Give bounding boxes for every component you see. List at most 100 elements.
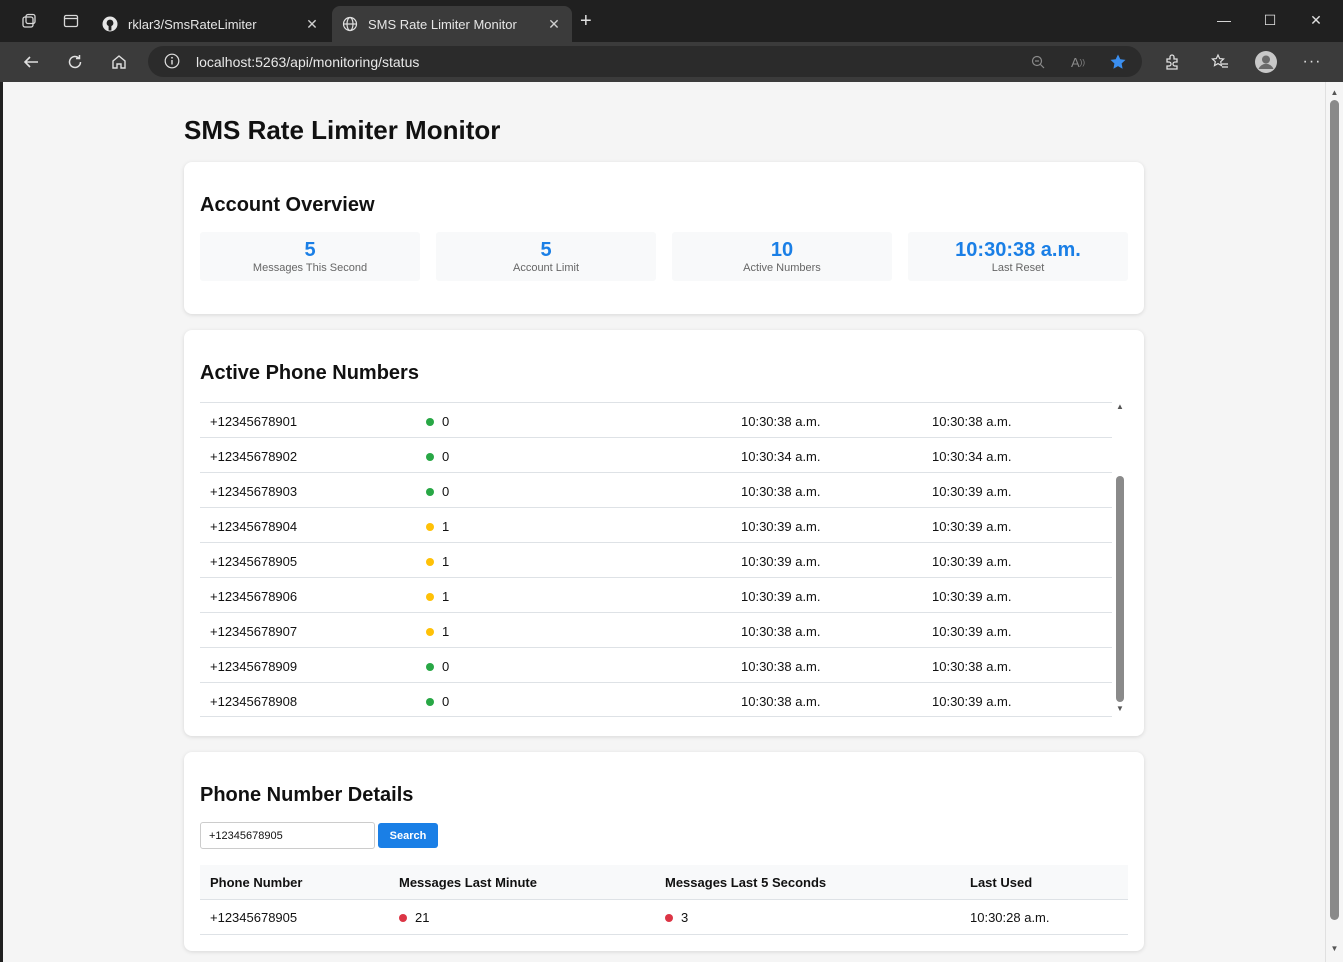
favorite-star-icon[interactable] bbox=[1108, 52, 1128, 72]
value-text: 3 bbox=[681, 910, 689, 925]
cell-last-used: 10:30:39 a.m. bbox=[932, 589, 1012, 604]
cell-phone-number: +12345678901 bbox=[210, 414, 298, 429]
scrollbar-thumb[interactable] bbox=[1116, 476, 1124, 702]
cell-last-used: 10:30:39 a.m. bbox=[932, 484, 1012, 499]
cell-window-start: 10:30:38 a.m. bbox=[741, 694, 821, 709]
cell-window-start: 10:30:38 a.m. bbox=[741, 624, 821, 639]
header-messages-last-5-seconds: Messages Last 5 Seconds bbox=[665, 875, 827, 890]
back-icon[interactable] bbox=[19, 50, 43, 74]
status-dot bbox=[665, 914, 673, 922]
section-title: Phone Number Details bbox=[200, 784, 414, 806]
table-row: +12345678904 1 10:30:39 a.m. 10:30:39 a.m. bbox=[200, 507, 1112, 542]
status-dot bbox=[426, 488, 434, 496]
value-text: 21 bbox=[415, 910, 430, 925]
profile-avatar-icon[interactable] bbox=[1254, 50, 1278, 74]
cell-window-start: 10:30:39 a.m. bbox=[741, 589, 821, 604]
table-row: +12345678906 1 10:30:39 a.m. 10:30:39 a.m. bbox=[200, 577, 1112, 612]
more-options-icon[interactable]: ··· bbox=[1300, 50, 1324, 74]
stat-last-reset: 10:30:38 a.m. Last Reset bbox=[908, 232, 1128, 281]
table-row: +12345678905 1 10:30:39 a.m. 10:30:39 a.m. bbox=[200, 542, 1112, 577]
window-close-icon[interactable]: ✕ bbox=[1306, 12, 1326, 29]
table-scrollbar[interactable]: ▲ ▼ bbox=[1112, 402, 1128, 718]
minimize-icon[interactable]: — bbox=[1214, 12, 1234, 28]
status-dot bbox=[426, 523, 434, 531]
cell-phone-number: +12345678905 bbox=[210, 910, 298, 925]
cell-count: 1 bbox=[426, 589, 449, 604]
url-text: localhost:5263/api/monitoring/status bbox=[196, 54, 420, 70]
page-scrollbar[interactable]: ▲ ▼ bbox=[1325, 82, 1343, 962]
table-row: +12345678908 0 10:30:38 a.m. 10:30:39 a.m. bbox=[200, 682, 1112, 717]
cell-count: 0 bbox=[426, 449, 449, 464]
count-value: 0 bbox=[442, 484, 450, 499]
cell-count: 0 bbox=[426, 659, 449, 674]
favorites-icon[interactable] bbox=[1208, 50, 1232, 74]
stat-value: 10:30:38 a.m. bbox=[955, 239, 1081, 261]
cell-count: 1 bbox=[426, 519, 449, 534]
scroll-up-icon[interactable]: ▲ bbox=[1330, 88, 1339, 97]
stat-label: Last Reset bbox=[991, 262, 1045, 274]
cell-count: 1 bbox=[426, 624, 449, 639]
cell-last-used: 10:30:39 a.m. bbox=[932, 694, 1012, 709]
page-title: SMS Rate Limiter Monitor bbox=[184, 115, 501, 145]
workspaces-icon[interactable] bbox=[20, 12, 38, 30]
tab-github[interactable]: rklar3/SmsRateLimiter ✕ bbox=[92, 6, 330, 42]
stat-label: Account Limit bbox=[512, 262, 580, 274]
globe-icon bbox=[342, 16, 358, 32]
cell-window-start: 10:30:39 a.m. bbox=[741, 554, 821, 569]
cell-last-used: 10:30:38 a.m. bbox=[932, 414, 1012, 429]
stat-label: Active Numbers bbox=[743, 262, 821, 274]
details-card: Phone Number Details Search Phone Number… bbox=[184, 752, 1144, 951]
scroll-up-icon[interactable]: ▲ bbox=[1116, 402, 1124, 411]
count-value: 1 bbox=[442, 519, 450, 534]
account-overview-card: Account Overview 5 Messages This Second … bbox=[184, 162, 1144, 314]
count-value: 0 bbox=[442, 449, 450, 464]
active-numbers-card: Active Phone Numbers +12345678901 0 10:30:… bbox=[184, 330, 1144, 736]
cell-last-used: 10:30:34 a.m. bbox=[932, 449, 1012, 464]
cell-window-start: 10:30:38 a.m. bbox=[741, 414, 821, 429]
section-title: Account Overview bbox=[200, 194, 375, 216]
scroll-down-icon[interactable]: ▼ bbox=[1330, 944, 1339, 953]
cell-phone-number: +12345678903 bbox=[210, 484, 298, 499]
status-dot bbox=[426, 628, 434, 636]
home-icon[interactable] bbox=[107, 50, 131, 74]
stat-value: 5 bbox=[304, 239, 316, 261]
cell-phone-number: +12345678908 bbox=[210, 694, 298, 709]
table-row: +12345678909 0 10:30:38 a.m. 10:30:38 a.m. bbox=[200, 647, 1112, 682]
status-dot bbox=[426, 453, 434, 461]
address-bar[interactable]: localhost:5263/api/monitoring/status A)) bbox=[148, 46, 1142, 77]
cell-phone-number: +12345678904 bbox=[210, 519, 298, 534]
status-dot bbox=[399, 914, 407, 922]
cell-phone-number: +12345678907 bbox=[210, 624, 298, 639]
refresh-icon[interactable] bbox=[63, 50, 87, 74]
tab-monitor[interactable]: SMS Rate Limiter Monitor ✕ bbox=[332, 6, 572, 42]
tab-title: rklar3/SmsRateLimiter bbox=[128, 16, 257, 32]
table-row: +12345678902 0 10:30:34 a.m. 10:30:34 a.m. bbox=[200, 437, 1112, 472]
read-aloud-icon[interactable]: A)) bbox=[1068, 52, 1088, 72]
stat-label: Messages This Second bbox=[252, 262, 368, 274]
status-dot bbox=[426, 663, 434, 671]
extensions-icon[interactable] bbox=[1160, 50, 1184, 74]
new-tab-icon[interactable]: + bbox=[580, 11, 592, 31]
zoom-icon[interactable] bbox=[1028, 52, 1048, 72]
phone-search-input[interactable] bbox=[200, 822, 375, 849]
stat-messages-this-second: 5 Messages This Second bbox=[200, 232, 420, 281]
maximize-icon[interactable]: ☐ bbox=[1260, 12, 1280, 29]
table-row: +12345678901 0 10:30:38 a.m. 10:30:38 a.m. bbox=[200, 402, 1112, 437]
count-value: 1 bbox=[442, 554, 450, 569]
header-phone-number: Phone Number bbox=[210, 875, 303, 890]
cell-window-start: 10:30:38 a.m. bbox=[741, 659, 821, 674]
info-icon[interactable] bbox=[164, 53, 180, 69]
cell-last-minute: 21 bbox=[399, 910, 429, 925]
tab-bar: rklar3/SmsRateLimiter ✕ SMS Rate Limiter… bbox=[0, 0, 1343, 42]
cell-phone-number: +12345678902 bbox=[210, 449, 298, 464]
header-messages-last-minute: Messages Last Minute bbox=[399, 875, 537, 890]
tab-title: SMS Rate Limiter Monitor bbox=[368, 16, 517, 32]
scroll-down-icon[interactable]: ▼ bbox=[1116, 704, 1124, 713]
cell-count: 0 bbox=[426, 694, 449, 709]
status-dot bbox=[426, 593, 434, 601]
close-icon[interactable]: ✕ bbox=[546, 16, 562, 33]
search-button[interactable]: Search bbox=[378, 823, 438, 848]
tab-actions-icon[interactable] bbox=[62, 12, 80, 30]
close-icon[interactable]: ✕ bbox=[304, 16, 320, 33]
scrollbar-thumb[interactable] bbox=[1330, 100, 1339, 920]
